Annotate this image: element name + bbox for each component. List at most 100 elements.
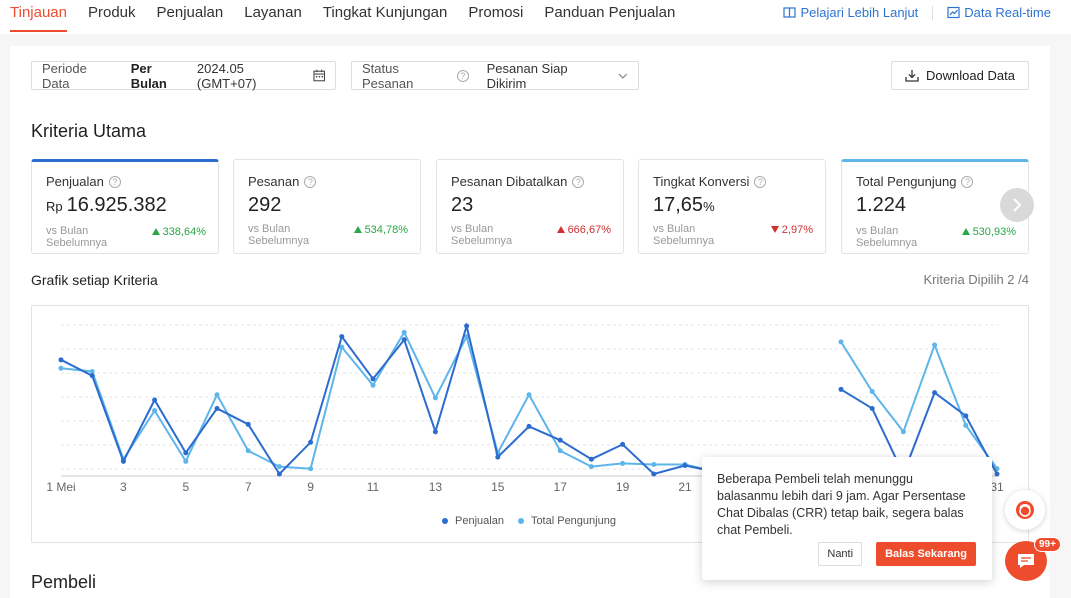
tab-panduan-penjualan[interactable]: Panduan Penjualan	[544, 4, 675, 32]
data-point[interactable]	[651, 461, 657, 467]
period-label: Periode Data	[42, 60, 87, 91]
card-title: Total Pengunjung	[856, 174, 957, 189]
data-point[interactable]	[994, 471, 1000, 477]
data-point[interactable]	[214, 405, 220, 411]
data-point[interactable]	[214, 392, 220, 398]
realtime-data-link[interactable]: Data Real-time	[947, 5, 1051, 20]
live-assistant-button[interactable]	[1005, 490, 1045, 530]
later-button[interactable]: Nanti	[818, 542, 863, 566]
data-point[interactable]	[245, 448, 251, 454]
card-compare-label: vs Bulan Sebelumnya	[46, 225, 108, 249]
data-point[interactable]	[58, 357, 64, 363]
data-point[interactable]	[339, 334, 345, 340]
card-change: 666,67%	[556, 224, 611, 236]
data-point[interactable]	[526, 423, 532, 429]
data-point[interactable]	[464, 323, 470, 329]
chart-legend: Penjualan Total Pengunjung	[442, 515, 630, 527]
data-point[interactable]	[526, 392, 532, 398]
x-tick-label: 11	[367, 480, 380, 494]
x-tick-label: 21	[678, 480, 692, 494]
legend-item[interactable]: Penjualan	[442, 515, 504, 527]
data-point[interactable]	[838, 386, 844, 392]
data-point[interactable]	[183, 450, 189, 456]
criteria-card-pesanan-dibatalkan[interactable]: Pesanan Dibatalkan? 23 vs Bulan Sebelumnya…	[436, 159, 624, 254]
data-point[interactable]	[308, 466, 314, 472]
data-point[interactable]	[963, 422, 969, 428]
data-point[interactable]	[932, 342, 938, 348]
chevron-right-icon	[1013, 198, 1022, 212]
card-value-suffix: %	[703, 199, 715, 214]
card-change-value: 2,97%	[781, 224, 813, 236]
data-point[interactable]	[370, 376, 376, 382]
data-point[interactable]	[276, 464, 282, 470]
tab-penjualan[interactable]: Penjualan	[157, 4, 224, 32]
data-point[interactable]	[588, 456, 594, 462]
order-status-filter[interactable]: Status Pesanan ? Pesanan Siap Dikirim	[351, 61, 639, 91]
data-point[interactable]	[245, 421, 251, 427]
chart-section-title: Grafik setiap Kriteria	[31, 272, 158, 288]
help-icon: ?	[304, 175, 317, 188]
legend-item[interactable]: Total Pengunjung	[517, 515, 616, 527]
help-icon: ?	[961, 175, 974, 188]
data-point[interactable]	[89, 373, 95, 379]
data-point[interactable]	[557, 437, 563, 443]
popup-message: Beberapa Pembeli telah menunggu balasanm…	[717, 472, 966, 537]
data-point[interactable]	[932, 390, 938, 396]
data-point[interactable]	[620, 441, 626, 447]
data-point[interactable]	[58, 365, 64, 371]
card-change: 534,78%	[353, 224, 408, 236]
card-change-value: 338,64%	[162, 226, 206, 238]
nav-links: Pelajari Lebih Lanjut Data Real-time	[783, 5, 1051, 20]
data-point[interactable]	[152, 397, 158, 403]
data-point[interactable]	[869, 389, 875, 395]
reply-now-button[interactable]: Balas Sekarang	[876, 542, 976, 566]
card-compare-label: vs Bulan Sebelumnya	[653, 223, 715, 247]
data-point[interactable]	[495, 454, 501, 460]
data-point[interactable]	[432, 395, 438, 401]
legend-label: Penjualan	[455, 515, 504, 527]
card-compare-label: vs Bulan Sebelumnya	[451, 223, 513, 247]
card-title-row: Tingkat Konversi?	[653, 174, 825, 189]
data-point[interactable]	[308, 439, 314, 445]
data-point[interactable]	[557, 448, 563, 454]
data-point[interactable]	[152, 408, 158, 414]
criteria-card-penjualan[interactable]: Penjualan? Rp 16.925.382 vs Bulan Sebelumny…	[31, 159, 219, 254]
data-point[interactable]	[276, 471, 282, 477]
data-point[interactable]	[370, 382, 376, 388]
data-point[interactable]	[183, 458, 189, 464]
tab-promosi[interactable]: Promosi	[468, 4, 523, 32]
download-data-button[interactable]: Download Data	[891, 61, 1029, 90]
data-point[interactable]	[401, 329, 407, 335]
tab-layanan[interactable]: Layanan	[244, 4, 302, 32]
card-value: 1.224	[856, 194, 907, 216]
nav-tabs: Tinjauan Produk Penjualan Layanan Tingkat Ku…	[10, 4, 696, 32]
data-point[interactable]	[120, 458, 126, 464]
data-point[interactable]	[963, 413, 969, 419]
data-point[interactable]	[401, 337, 407, 343]
criteria-card-tingkat-konversi[interactable]: Tingkat Konversi? 17,65% vs Bulan Sebelumn…	[638, 159, 826, 254]
period-filter[interactable]: Periode Data Per Bulan 2024.05 (GMT+07)	[31, 60, 336, 91]
realtime-data-label: Data Real-time	[964, 5, 1051, 20]
period-value: 2024.05 (GMT+07)	[196, 60, 257, 91]
data-point[interactable]	[588, 464, 594, 470]
data-point[interactable]	[620, 460, 626, 466]
series-line-total-pengunjung	[840, 341, 998, 470]
data-point[interactable]	[432, 429, 438, 435]
data-point[interactable]	[651, 471, 657, 477]
learn-more-link[interactable]: Pelajari Lebih Lanjut	[783, 5, 918, 20]
tab-produk[interactable]: Produk	[88, 4, 136, 32]
trend-down-icon	[770, 226, 779, 233]
data-point[interactable]	[900, 429, 906, 435]
data-point[interactable]	[869, 405, 875, 411]
criteria-card-pesanan[interactable]: Pesanan? 292 vs Bulan Sebelumnya 534,78%	[233, 159, 421, 254]
top-navigation: Tinjauan Produk Penjualan Layanan Tingkat Ku…	[0, 0, 1071, 34]
download-label: Download Data	[926, 68, 1015, 83]
tab-tingkat-kunjungan[interactable]: Tingkat Kunjungan	[323, 4, 448, 32]
x-tick-label: 9	[307, 480, 314, 494]
data-point[interactable]	[682, 463, 688, 469]
tab-tinjauan[interactable]: Tinjauan	[10, 4, 67, 32]
next-cards-button[interactable]	[1000, 188, 1034, 222]
data-point[interactable]	[838, 339, 844, 345]
card-compare-label: vs Bulan Sebelumnya	[248, 223, 310, 247]
card-value-row: 292	[248, 194, 420, 218]
